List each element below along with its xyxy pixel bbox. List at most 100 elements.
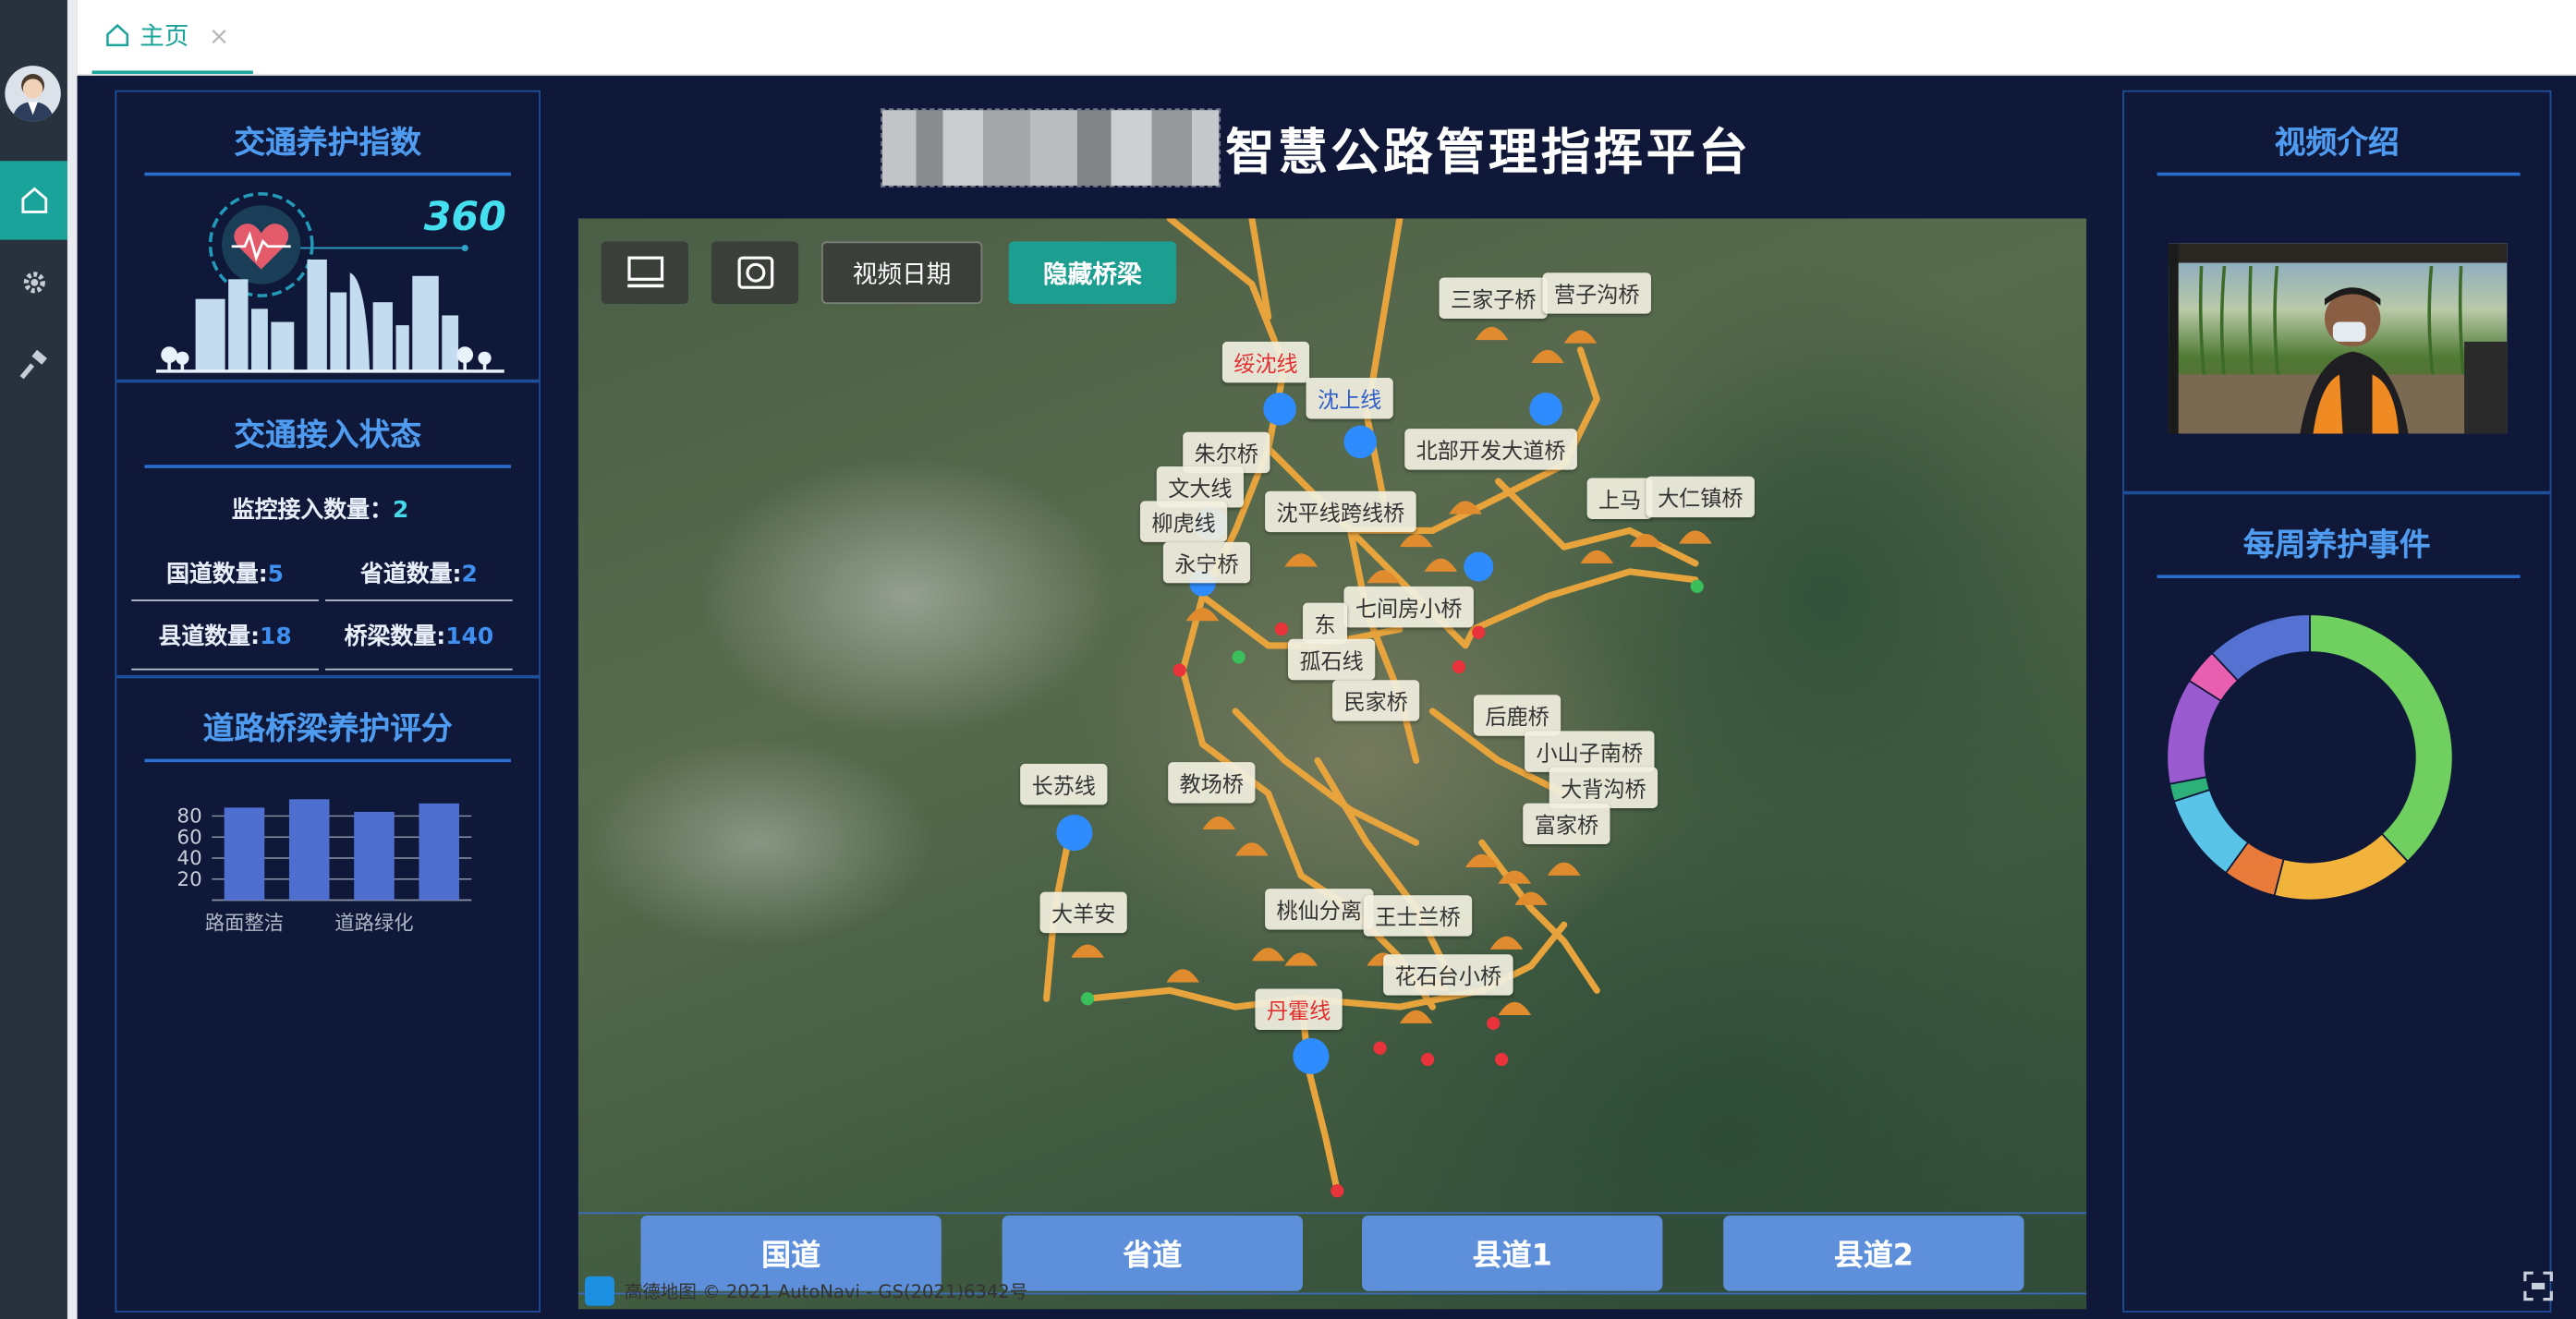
map-label[interactable]: 富家桥: [1523, 803, 1610, 845]
map-view[interactable]: 绥沈线 沈上线 三家子桥 营子沟桥 朱尔桥 北部开发大道桥 文大线 沈平线跨线桥…: [577, 218, 2087, 1310]
panel-divider: [116, 674, 540, 679]
x-tick-label: 道路绿化: [334, 913, 413, 936]
y-tick-label: 20: [177, 868, 202, 891]
x-tick-label: 路面整洁: [205, 913, 284, 936]
donut-slice: [2273, 832, 2410, 902]
map-label[interactable]: 永宁桥: [1162, 541, 1251, 584]
screenshot-icon[interactable]: [2521, 1268, 2557, 1304]
index-panel-title: 交通养护指数: [234, 125, 422, 162]
y-tick-label: 40: [177, 847, 202, 870]
score-bar: [354, 811, 395, 901]
score-bar-chart: 80604020路面整洁 道路绿化: [177, 799, 472, 936]
map-label[interactable]: 东: [1303, 602, 1348, 645]
left-panel: 交通养护指数 360 交通接入状态 监控接入数量：2 国道数量:5 省道数量:2…: [115, 90, 541, 1313]
map-label[interactable]: 花石台小桥: [1383, 954, 1513, 996]
stat-label: 县道数量:: [158, 623, 261, 651]
map-label[interactable]: 孤石线: [1287, 638, 1376, 681]
map-label[interactable]: 桃仙分离: [1265, 889, 1374, 930]
provincial-road-count: 省道数量:2: [325, 552, 513, 601]
user-avatar[interactable]: [5, 66, 61, 122]
map-label[interactable]: 沈平线跨线桥: [1265, 490, 1416, 533]
map-label[interactable]: 三家子桥: [1439, 277, 1548, 319]
map-copyright: 高德地图 © 2021 AutoNavi - GS(2021)6342号: [624, 1281, 1028, 1303]
score-bar: [288, 799, 330, 901]
home-icon: [20, 187, 47, 213]
panel-divider: [116, 379, 540, 383]
stat-label: 国道数量:: [166, 562, 268, 588]
video-frame-image: [2169, 243, 2508, 434]
intro-video[interactable]: [2169, 243, 2508, 434]
video-panel-title: 视频介绍: [2274, 125, 2400, 162]
title-underline: [144, 465, 511, 468]
y-tick-label: 60: [177, 826, 202, 849]
tab-home[interactable]: 主页 ×: [91, 0, 253, 75]
stat-value: 2: [461, 562, 478, 588]
hammer-icon: [18, 349, 47, 380]
map-label[interactable]: 七间房小桥: [1343, 586, 1474, 628]
sidebar: [0, 0, 67, 1319]
y-tick-label: 80: [177, 805, 202, 829]
donut-slice: [2309, 613, 2454, 863]
national-road-count: 国道数量:5: [131, 552, 319, 601]
map-label[interactable]: 绥沈线: [1221, 341, 1310, 383]
amap-logo-icon: [584, 1276, 614, 1306]
map-label[interactable]: 大背沟桥: [1549, 767, 1659, 808]
map-label[interactable]: 上马: [1586, 478, 1653, 519]
bridge-count: 桥梁数量:140: [325, 610, 513, 671]
gear-icon: [22, 272, 45, 294]
title-underline: [2157, 575, 2521, 578]
title-underline: [2157, 172, 2521, 176]
monitor-count-label: 监控接入数量：: [231, 497, 393, 525]
road-filter-county-2[interactable]: 县道2: [1723, 1215, 2024, 1291]
score-bar: [224, 807, 265, 901]
redacted-region-name: [881, 108, 1221, 188]
city-health-illustration: [155, 192, 504, 373]
score-panel-title: 道路桥梁养护评分: [202, 711, 453, 748]
camera-icon: [736, 256, 773, 289]
map-label[interactable]: 民家桥: [1332, 680, 1420, 721]
map-label[interactable]: 柳虎线: [1139, 501, 1228, 542]
county-road-count: 县道数量:18: [131, 610, 319, 671]
nav-settings-button[interactable]: [0, 243, 67, 321]
monitor-count-value: 2: [392, 497, 409, 525]
stat-label: 省道数量:: [359, 562, 462, 588]
stat-value: 5: [267, 562, 285, 588]
hide-bridges-button[interactable]: 隐藏桥梁: [1008, 241, 1177, 304]
platform-title: 智慧公路管理指挥平台: [881, 105, 1781, 190]
title-underline: [144, 172, 511, 176]
map-label[interactable]: 大仁镇桥: [1646, 476, 1755, 518]
title-underline: [144, 758, 511, 763]
road-filter-county-1[interactable]: 县道1: [1362, 1215, 1663, 1291]
page-title: 智慧公路管理指挥平台: [1225, 125, 1752, 183]
map-label[interactable]: 大羊安: [1039, 891, 1127, 934]
map-label[interactable]: 小山子南桥: [1525, 731, 1655, 772]
tab-close-icon[interactable]: ×: [209, 20, 229, 50]
stat-value: 140: [445, 623, 494, 651]
monitor-view-button[interactable]: [601, 241, 689, 304]
nav-tools-button[interactable]: [0, 325, 67, 404]
map-label[interactable]: 沈上线: [1306, 378, 1393, 419]
stat-value: 18: [260, 623, 292, 651]
map-label[interactable]: 北部开发大道桥: [1404, 429, 1577, 470]
map-label[interactable]: 王士兰桥: [1363, 895, 1473, 937]
home-icon: [106, 23, 129, 47]
panel-divider: [2124, 490, 2550, 495]
right-panel: 视频介绍 每周养护事件: [2122, 90, 2552, 1313]
score-bar: [419, 803, 459, 901]
monitor-icon: [626, 256, 663, 288]
rail-edge: [67, 0, 78, 1319]
road-filter-provincial[interactable]: 省道: [1002, 1215, 1304, 1291]
map-label[interactable]: 长苏线: [1020, 763, 1108, 805]
video-date-button[interactable]: 视频日期: [821, 241, 983, 304]
nav-home-button[interactable]: [0, 161, 67, 240]
map-label[interactable]: 营子沟桥: [1542, 272, 1651, 314]
camera-view-button[interactable]: [711, 241, 799, 304]
access-panel-title: 交通接入状态: [234, 417, 422, 454]
tab-label: 主页: [140, 21, 189, 52]
map-label[interactable]: 丹霍线: [1255, 988, 1343, 1031]
map-label[interactable]: 后鹿桥: [1473, 695, 1561, 736]
weekly-events-donut: [2166, 613, 2454, 902]
stat-label: 桥梁数量:: [344, 623, 446, 651]
monitor-count: 监控接入数量：2: [232, 492, 409, 526]
map-label[interactable]: 教场桥: [1168, 762, 1256, 804]
